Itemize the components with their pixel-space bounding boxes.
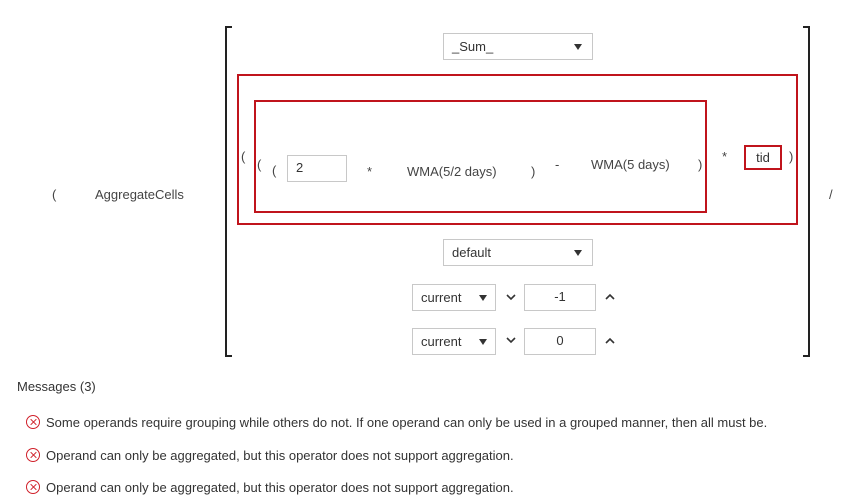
grouping-mode-dropdown[interactable]: default xyxy=(443,239,593,266)
expr-open-paren-outer: ( xyxy=(241,149,246,164)
error-circle-x-icon xyxy=(26,415,40,429)
messages-title: Messages (3) xyxy=(17,379,96,394)
range-start-reference-dropdown[interactable]: current xyxy=(412,284,496,311)
left-bracket xyxy=(225,26,232,357)
operand-wma-5-2-days[interactable]: WMA(5/2 days) xyxy=(407,164,497,180)
chevron-down-icon[interactable] xyxy=(504,290,518,304)
divide-operator: / xyxy=(829,187,833,202)
multiply-operator-1: * xyxy=(367,164,373,179)
message-item: Some operands require grouping while oth… xyxy=(26,414,767,432)
error-circle-x-icon xyxy=(26,448,40,462)
operand-wma-5-days[interactable]: WMA(5 days) xyxy=(591,157,670,173)
tid-operand-label: tid xyxy=(756,150,770,165)
expr-close-paren-mid: ) xyxy=(698,157,703,172)
aggregation-function-value: _Sum_ xyxy=(452,39,494,54)
right-bracket xyxy=(803,26,810,357)
chevron-down-icon xyxy=(479,295,487,301)
tid-operand[interactable]: tid xyxy=(744,145,782,170)
chevron-down-icon xyxy=(479,339,487,345)
chevron-down-icon xyxy=(574,44,582,50)
message-item: Operand can only be aggregated, but this… xyxy=(26,447,514,465)
range-start-reference-value: current xyxy=(421,290,462,305)
message-item: Operand can only be aggregated, but this… xyxy=(26,479,514,497)
message-text: Some operands require grouping while oth… xyxy=(46,415,768,430)
expr-close-paren-inner: ) xyxy=(531,164,536,179)
message-text: Operand can only be aggregated, but this… xyxy=(46,448,514,463)
range-end-reference-value: current xyxy=(421,334,462,349)
expr-open-paren-mid: ( xyxy=(257,157,262,172)
factor-input-value: 2 xyxy=(296,160,304,175)
error-circle-x-icon xyxy=(26,480,40,494)
multiply-operator-2: * xyxy=(722,149,728,164)
outer-open-paren: ( xyxy=(52,187,57,202)
expr-close-paren-outer: ) xyxy=(789,149,794,164)
range-end-offset-input[interactable]: 0 xyxy=(524,328,596,355)
chevron-down-icon xyxy=(574,250,582,256)
range-end-offset-value: 0 xyxy=(556,333,564,348)
message-text: Operand can only be aggregated, but this… xyxy=(46,480,514,495)
range-start-offset-input[interactable]: -1 xyxy=(524,284,596,311)
minus-operator: - xyxy=(555,157,560,172)
range-start-offset-value: -1 xyxy=(554,289,566,304)
factor-input[interactable]: 2 xyxy=(287,155,347,182)
chevron-down-icon[interactable] xyxy=(504,333,518,347)
aggregation-function-dropdown[interactable]: _Sum_ xyxy=(443,33,593,60)
chevron-up-icon[interactable] xyxy=(603,334,617,348)
function-name-aggregatecells: AggregateCells xyxy=(95,187,184,202)
grouping-mode-value: default xyxy=(452,245,492,260)
chevron-up-icon[interactable] xyxy=(603,290,617,304)
range-end-reference-dropdown[interactable]: current xyxy=(412,328,496,355)
expr-open-paren-inner: ( xyxy=(272,163,277,178)
